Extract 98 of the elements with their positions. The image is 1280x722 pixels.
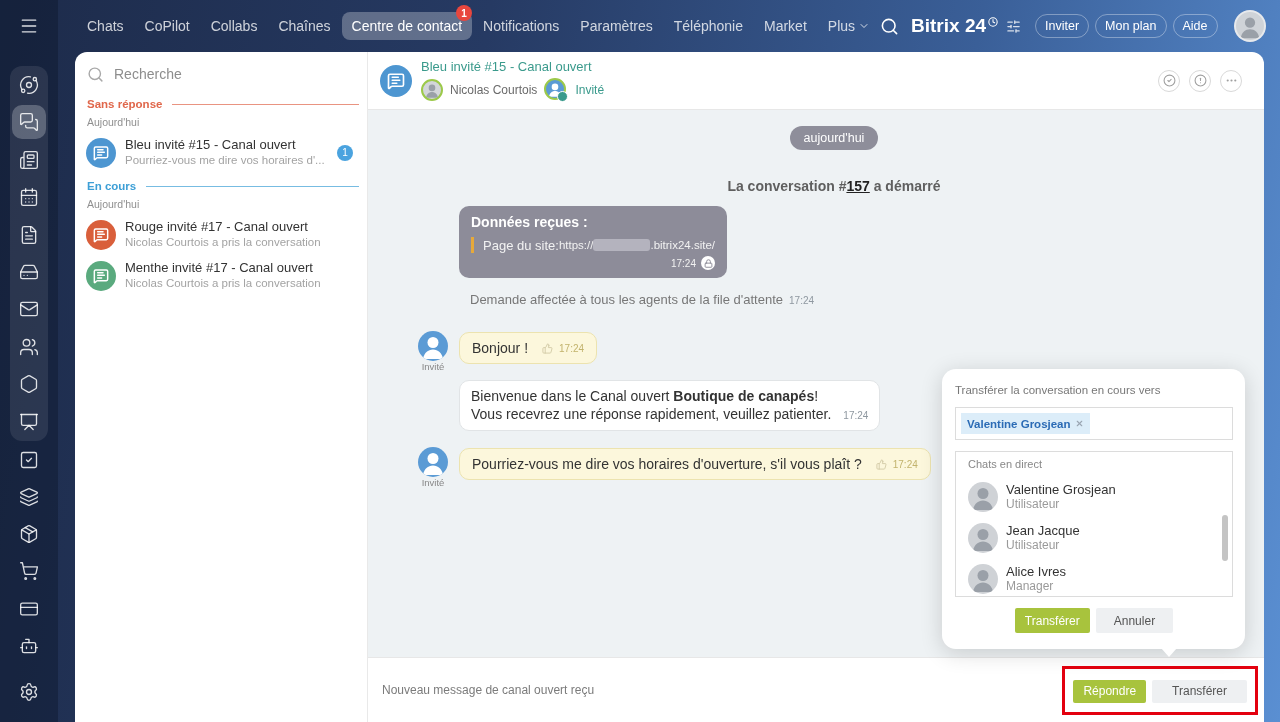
popover-title: Transférer la conversation en cours vers	[955, 383, 1162, 397]
user-name[interactable]: Alice Ivres	[1006, 563, 1066, 579]
author-label: Invité	[421, 361, 445, 373]
date-separator: aujourd'hui	[789, 126, 879, 150]
check-circle-button[interactable]	[1158, 69, 1180, 92]
cart-icon	[19, 561, 39, 582]
conversation-item[interactable]: Bleu invité #15 - Canal ouvert Pourriez-vous me dire vos horaires d'... 1	[75, 132, 367, 173]
message-text: Bonjour !	[472, 340, 529, 356]
section-heading: Sans réponse	[87, 98, 163, 110]
alert-icon	[1193, 74, 1207, 87]
hexagon-icon	[19, 374, 39, 395]
nav-tab[interactable]: Chats	[77, 12, 134, 40]
conversation-title: Menthe invité #17 - Canal ouvert	[125, 260, 314, 276]
user-avatar-icon	[968, 522, 998, 553]
search-field[interactable]: Recherche	[114, 65, 355, 83]
user-avatar-icon	[421, 79, 443, 101]
nav-tab[interactable]: Téléphonie	[663, 12, 753, 40]
notification-badge: 1	[456, 5, 473, 21]
nav-tab[interactable]: Market	[754, 12, 817, 40]
member-name: Nicolas Courtois	[450, 83, 538, 97]
section-heading: En cours	[87, 180, 137, 192]
chat-bubble-icon	[380, 64, 412, 97]
nav-tab[interactable]: Notifications	[473, 12, 570, 40]
user-role: Manager	[1006, 578, 1055, 594]
redacted-block	[593, 239, 651, 251]
lock-icon	[701, 256, 715, 270]
nav-tab[interactable]: CoPilot	[134, 12, 200, 40]
sidebar-item[interactable]	[12, 105, 46, 140]
message-text: Pourriez-vous me dire vos horaires d'ouverture, s'il vous plaît ?	[472, 456, 862, 472]
user-avatar-icon[interactable]	[1233, 10, 1266, 42]
conversation-link[interactable]: 157	[846, 178, 870, 194]
recipient-field[interactable]: Valentine Grosjean	[955, 407, 1233, 440]
thumbs-up-icon[interactable]	[875, 458, 887, 470]
sliders-button[interactable]	[1006, 18, 1021, 34]
queue-notice-text: Demande affectée à tous les agents de la file d'attente	[470, 292, 783, 307]
search-icon	[880, 16, 900, 36]
message-time: 17:24	[559, 342, 585, 354]
message-time: 17:24	[670, 257, 696, 269]
layers-icon	[19, 486, 39, 507]
url-text: .bitrix24.site/	[650, 239, 715, 251]
conversation-preview: Pourriez-vous me dire vos horaires d'...	[125, 153, 326, 168]
form-title: Données reçues :	[471, 214, 589, 231]
cancel-button[interactable]: Annuler	[1095, 608, 1174, 633]
url-text: https://	[558, 239, 594, 251]
thumbs-up-icon[interactable]	[542, 342, 554, 354]
date-label: Aujourd'hui	[86, 197, 141, 211]
presentation-board-icon	[19, 411, 39, 432]
brand-name: Bitrix 24	[911, 14, 986, 38]
list-caption: Chats en direct	[968, 457, 1043, 471]
users-icon	[19, 336, 39, 357]
nav-tab[interactable]: Paramètres	[570, 12, 663, 40]
checkbox-icon	[19, 449, 39, 470]
chat-title: Bleu invité #15 - Canal ouvert	[421, 59, 593, 75]
calendar-icon	[19, 187, 39, 208]
date-label: Aujourd'hui	[86, 115, 141, 129]
user-role: Utilisateur	[1006, 496, 1061, 512]
message-time: 17:24	[843, 410, 869, 421]
field-label: Page du site:	[483, 237, 559, 253]
search-icon	[87, 65, 104, 83]
scrollbar-thumb[interactable]	[1222, 515, 1228, 561]
message-time: 17:24	[789, 295, 815, 306]
robot-icon	[19, 636, 39, 656]
unread-badge: 1	[337, 144, 353, 161]
author-label: Invité	[421, 477, 445, 489]
member-name: Invité	[575, 83, 605, 97]
user-name[interactable]: Jean Jacque	[1006, 522, 1080, 538]
nav-tab[interactable]: Collabs	[200, 12, 268, 40]
user-name[interactable]: Valentine Grosjean	[1006, 481, 1116, 497]
guest-avatar-icon	[418, 331, 448, 361]
conversation-preview: Nicolas Courtois a pris la conversation	[125, 276, 322, 291]
status-text: Nouveau message de canal ouvert reçu	[382, 683, 595, 697]
conversation-item[interactable]: Rouge invité #17 - Canal ouvert Nicolas Courtois a pris la conversation	[75, 214, 367, 255]
document-icon	[19, 224, 39, 245]
guest-avatar-icon	[418, 447, 448, 477]
user-role: Utilisateur	[1006, 537, 1060, 553]
nav-tab[interactable]: Chaînes	[268, 12, 341, 40]
conversation-title: Bleu invité #15 - Canal ouvert	[125, 137, 297, 153]
chat-bubbles-icon	[19, 112, 39, 133]
message-time: 17:24	[892, 458, 918, 470]
user-avatar-icon	[968, 481, 998, 512]
guest-avatar-icon	[544, 78, 569, 102]
check-icon	[1162, 74, 1176, 87]
package-icon	[19, 524, 39, 545]
sliders-icon	[1006, 18, 1021, 34]
conversation-started-text: La conversation #157 a démarré	[727, 178, 941, 195]
conversation-preview: Nicolas Courtois a pris la conversation	[125, 235, 322, 250]
message-text: Bienvenue dans le Canal ouvert Boutique de canapés! Vous recevrez une réponse rapidement, veuillez patienter.	[471, 387, 832, 423]
conversation-title: Rouge invité #17 - Canal ouvert	[125, 219, 309, 235]
user-avatar-icon	[968, 563, 998, 594]
nav-tab[interactable]: Plus	[817, 12, 881, 40]
newspaper-icon	[19, 149, 39, 170]
clock-icon	[988, 17, 998, 27]
orbit-icon	[19, 75, 39, 95]
settings-icon	[19, 682, 39, 702]
recipient-name: Valentine Grosjean	[967, 417, 1071, 430]
transfer-button[interactable]: Transférer	[1152, 679, 1247, 703]
conversation-item[interactable]: Menthe invité #17 - Canal ouvert Nicolas Courtois a pris la conversation	[75, 255, 367, 296]
search-button[interactable]	[880, 16, 900, 36]
